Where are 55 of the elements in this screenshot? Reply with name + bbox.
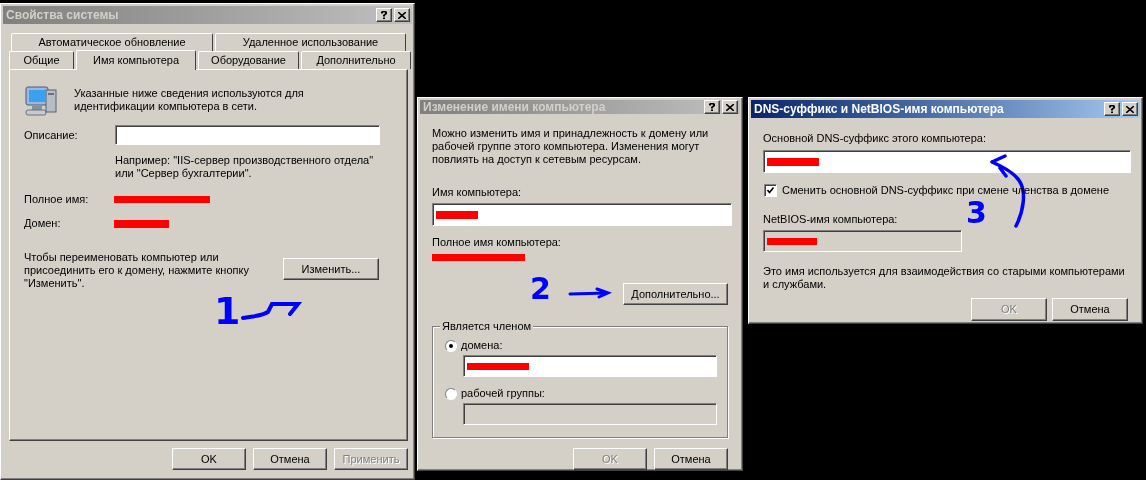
hint-text: Например: "IIS-сервер производственного отдела" или "Сервер бухгалтерии". [115,154,375,180]
checkbox[interactable] [764,184,777,197]
field-label: Полное имя: [24,193,90,206]
help-button[interactable] [704,100,720,114]
input-field[interactable] [463,355,717,377]
annotation-number: 3 [966,198,987,228]
help-icon [709,103,715,111]
window-title: DNS-суффикс и NetBIOS-имя компьютера [754,102,1005,116]
close-button[interactable] [722,100,738,114]
hand-drawn-arrow [568,286,612,300]
field-label: Основной DNS-суффикс этого компьютера: [763,132,987,145]
radio-label[interactable]: домена: [461,339,503,352]
intro-text: Указанные ниже сведения используются для идентификации компьютера в сети. [74,87,304,113]
input-field[interactable] [115,125,380,145]
radio-button[interactable] [445,339,457,352]
help-button[interactable] [1104,102,1120,116]
dialog-button[interactable]: Отмена [253,448,327,470]
dialog-button[interactable]: Отмена [654,448,728,470]
close-icon [726,103,734,111]
more-button[interactable]: Дополнительно... [623,283,728,305]
input-field[interactable] [763,150,1131,173]
annotation-number: 1 [214,292,241,330]
close-icon [1126,105,1134,113]
tab[interactable]: Дополнительно [301,51,411,69]
help-icon [381,11,387,19]
field-label: Домен: [24,217,62,230]
window-title: Изменение имени компьютера [423,100,607,114]
instruction-text: Чтобы переименовать компьютер или присоединить его к домену, нажмите кнопку "Изменить". [24,251,250,290]
computer-icon [24,84,58,116]
close-button[interactable] [394,8,410,22]
close-icon [398,11,406,19]
note-text: Это имя используется для взаимодействия со старыми компьютерами и службами. [763,265,1126,291]
help-button[interactable] [376,8,392,22]
field-label: Имя компьютера: [432,186,523,199]
tab[interactable]: Автоматическое обновление [11,33,213,51]
dialog-button[interactable]: OK [172,448,246,470]
tab[interactable]: Имя компьютера [76,50,196,70]
radio-button[interactable] [445,387,457,400]
close-button[interactable] [1122,102,1138,116]
field-label: NetBIOS-имя компьютера: [763,213,899,226]
intro-text: Можно изменить имя и принадлежность к домену или рабочей группе этого компьютера. Изменения могут повлиять на доступ к сетевым ресурсам. [432,127,710,166]
window-title: Свойства системы [6,8,120,22]
tab[interactable]: Оборудование [198,51,299,69]
tab[interactable]: Удаленное использование [215,33,406,51]
tab[interactable]: Общие [9,51,74,69]
annotation-number: 2 [530,274,551,304]
change-button[interactable]: Изменить... [283,258,379,280]
input-field[interactable] [432,203,732,226]
field-label: Полное имя компьютера: [432,236,562,249]
dialog-button[interactable]: Отмена [1052,298,1128,321]
field-label: Описание: [24,128,79,142]
radio-label[interactable]: рабочей группы: [461,387,545,400]
help-icon [1109,105,1115,113]
group-legend: Является членом [440,320,534,333]
checkmark-icon [767,187,774,194]
